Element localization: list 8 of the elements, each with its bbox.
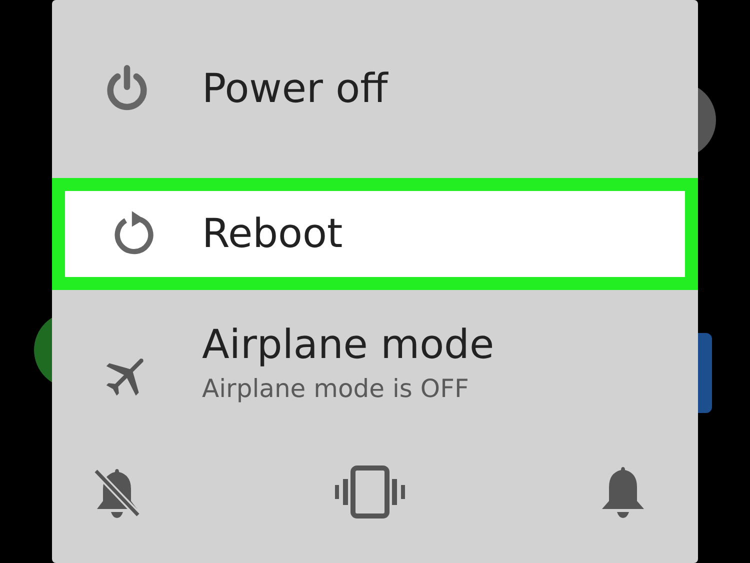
menu-item[interactable]: Airplane mode Airplane mode is OFF (52, 290, 698, 440)
menu-label: Airplane mode (202, 322, 494, 368)
menu-item[interactable]: Reboot (52, 178, 698, 290)
menu-label: Reboot (202, 211, 343, 257)
status-text: Airplane mode is OFF (202, 374, 470, 403)
menu-label: Power off (202, 66, 388, 112)
menu-item[interactable]: Power off (52, 0, 698, 178)
vibrate-icon[interactable] (335, 464, 405, 518)
